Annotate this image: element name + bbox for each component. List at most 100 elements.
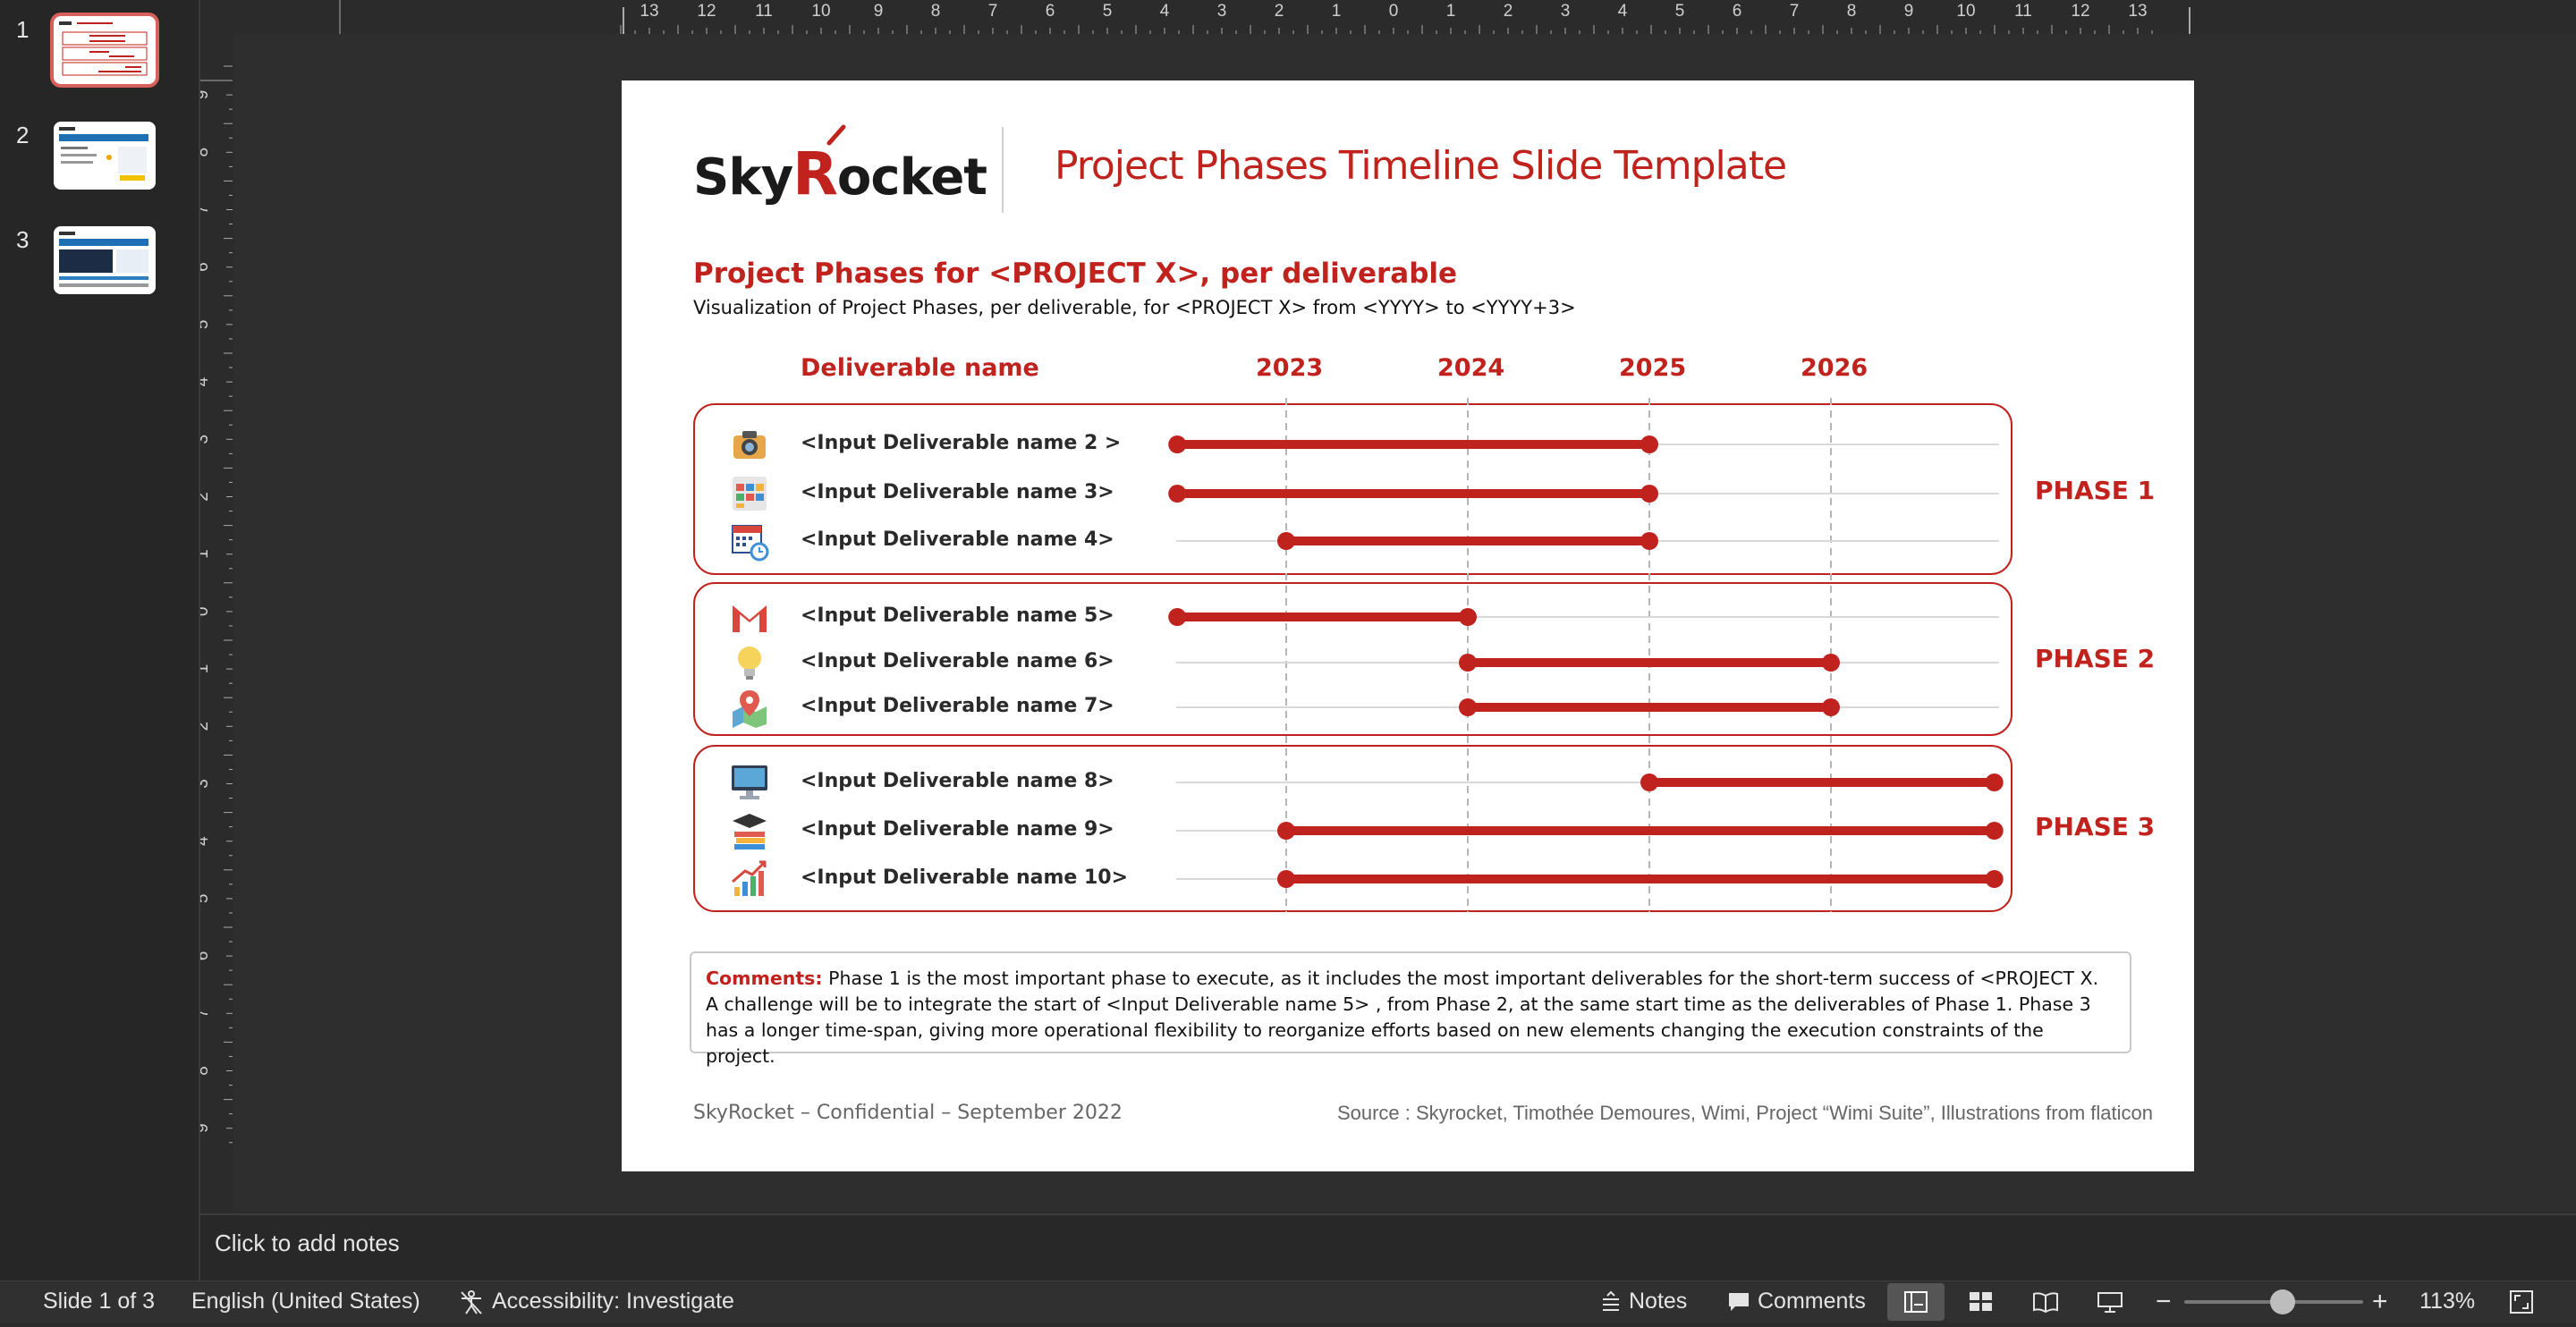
deliverable-label: <Input Deliverable name 6> — [801, 650, 1114, 672]
ruler-tick-label: 11 — [2014, 2, 2032, 21]
ruler-tick-label: 2 — [1275, 2, 1284, 21]
ruler-tick-label: 8 — [200, 148, 212, 157]
deliverable-label: <Input Deliverable name 3> — [801, 481, 1114, 503]
zoom-in-icon[interactable]: + — [2372, 1287, 2388, 1317]
zoom-out-icon[interactable]: − — [2156, 1287, 2172, 1317]
ruler-tick-label: 6 — [1046, 2, 1055, 21]
ruler-tick-label: 3 — [1217, 2, 1227, 21]
ruler-tick-label: 2 — [1504, 2, 1513, 21]
ruler-tick-label: 10 — [1956, 2, 1975, 21]
timeline-end-dot — [1640, 485, 1658, 503]
timeline-start-dot — [1168, 608, 1187, 626]
comments-box: Comments: Phase 1 is the most important … — [690, 951, 2131, 1067]
notes-icon[interactable] — [1599, 1290, 1623, 1320]
status-bar: Slide 1 of 3 English (United States) Acc… — [0, 1281, 2576, 1323]
slide-thumbnail-2[interactable] — [54, 122, 156, 190]
ruler-tick-label: 8 — [1847, 2, 1857, 21]
comments-button[interactable]: Comments — [1758, 1289, 1866, 1314]
ruler-tick-label: 0 — [200, 607, 212, 617]
footer-source: Source : Skyrocket, Timothée Demoures, W… — [1336, 1102, 2153, 1124]
ruler-tick-label: 7 — [200, 205, 212, 215]
slideshow-icon[interactable] — [2097, 1290, 2123, 1320]
notes-pane[interactable]: Click to add notes — [200, 1213, 2576, 1282]
normal-view-icon — [1904, 1291, 1928, 1313]
ruler-tick-label: 7 — [1790, 2, 1800, 21]
zoom-level[interactable]: 113% — [2419, 1289, 2475, 1314]
fit-to-window-icon[interactable] — [2508, 1289, 2535, 1322]
graduation-books-icon — [729, 810, 770, 851]
timeline-start-dot — [1459, 698, 1477, 716]
ruler-tick-label: 9 — [200, 90, 212, 100]
thumbnail-number: 2 — [16, 122, 30, 148]
ruler-tick-label: 4 — [200, 376, 212, 386]
deliverable-label: <Input Deliverable name 9> — [801, 818, 1114, 841]
comments-label: Comments: — [706, 968, 823, 989]
ruler-tick-label: 3 — [200, 435, 212, 444]
timeline-start-dot — [1640, 773, 1658, 791]
map-pin-icon — [729, 687, 770, 728]
ruler-tick-label: 3 — [1561, 2, 1571, 21]
slide[interactable]: SkyRocket Project Phases Timeline Slide … — [622, 80, 2194, 1171]
ruler-tick-label: 8 — [200, 1066, 212, 1076]
deliverable-label: <Input Deliverable name 7> — [801, 695, 1114, 717]
timeline-start-dot — [1168, 485, 1187, 503]
ruler-tick-label: 3 — [200, 779, 212, 789]
ruler-tick-label: 4 — [1160, 2, 1170, 21]
zoom-slider-thumb[interactable] — [2270, 1289, 2295, 1314]
reading-view-icon[interactable] — [2032, 1290, 2059, 1320]
ruler-tick-label: 7 — [988, 2, 998, 21]
ruler-tick-label: 5 — [200, 320, 212, 330]
ruler-tick-label: 1 — [1332, 2, 1342, 21]
ruler-tick-label: 4 — [200, 836, 212, 846]
ruler-tick-label: 9 — [1904, 2, 1914, 21]
vertical-ruler: 9 8 7 6 5 4 3 2 1 0 1 2 3 4 5 6 7 8 9 — [200, 34, 233, 1212]
thumbnail-number: 1 — [16, 16, 30, 43]
thumbnail-number: 3 — [16, 226, 30, 253]
growth-chart-icon — [729, 858, 770, 900]
timeline-start-dot — [1277, 870, 1295, 888]
thumbnail-preview — [59, 21, 148, 76]
ruler-tick-label: 5 — [1103, 2, 1113, 21]
accessibility-icon[interactable] — [458, 1289, 485, 1322]
deliverable-label: <Input Deliverable name 5> — [801, 604, 1114, 627]
slide-thumbnail-3[interactable] — [54, 226, 156, 294]
deliverable-label: <Input Deliverable name 2 > — [801, 432, 1122, 454]
ruler-tick-label: 1 — [200, 664, 212, 674]
ruler-tick-label: 1 — [200, 549, 212, 559]
accessibility-button[interactable]: Accessibility: Investigate — [492, 1289, 734, 1314]
ruler-tick-label: 5 — [200, 894, 212, 904]
timeline-end-dot — [1640, 532, 1658, 550]
thumbnail-preview — [59, 232, 148, 287]
language-indicator[interactable]: English (United States) — [191, 1289, 420, 1314]
ruler-tick-label: 10 — [811, 2, 830, 21]
comments-text: Phase 1 is the most important phase to e… — [706, 968, 2099, 1067]
ruler-tick-label: 6 — [200, 262, 212, 272]
ruler-tick-label: 6 — [200, 951, 212, 961]
timeline-end-dot — [1985, 822, 2004, 840]
ruler-tick-label: 6 — [1733, 2, 1742, 21]
notes-button[interactable]: Notes — [1629, 1289, 1687, 1314]
ruler-tick-label: 9 — [200, 1123, 212, 1133]
ruler-tick-label: 1 — [1446, 2, 1456, 21]
horizontal-ruler: 13 12 11 10 9 8 7 6 5 4 3 2 1 0 1 2 3 4 5 6 7 8 9 10 11 12 13 — [200, 0, 2576, 34]
ruler-tick-label: 0 — [1389, 2, 1399, 21]
timeline-end-dot — [1459, 608, 1477, 626]
footer-confidential: SkyRocket – Confidential – September 202… — [693, 1102, 1123, 1124]
normal-view-button[interactable] — [1887, 1283, 1945, 1321]
ruler-tick-label: 2 — [200, 492, 212, 502]
deliverable-label: <Input Deliverable name 8> — [801, 770, 1114, 792]
slide-sorter-icon[interactable] — [1968, 1290, 1995, 1320]
zoom-slider[interactable] — [2184, 1289, 2363, 1314]
ruler-tick-label: 12 — [2071, 2, 2089, 21]
notes-placeholder[interactable]: Click to add notes — [215, 1230, 400, 1257]
timeline-end-dot — [1822, 698, 1840, 716]
ruler-tick-label: 4 — [1618, 2, 1628, 21]
comments-icon[interactable] — [1726, 1290, 1751, 1320]
timeline-start-dot — [1459, 654, 1477, 672]
ruler-tick-label: 5 — [1675, 2, 1685, 21]
gmail-icon — [729, 596, 770, 638]
ruler-tick-label: 2 — [200, 722, 212, 731]
ruler-tick-label: 13 — [2128, 2, 2147, 21]
slide-thumbnail-1[interactable] — [54, 16, 156, 84]
deliverable-label: <Input Deliverable name 4> — [801, 528, 1114, 551]
